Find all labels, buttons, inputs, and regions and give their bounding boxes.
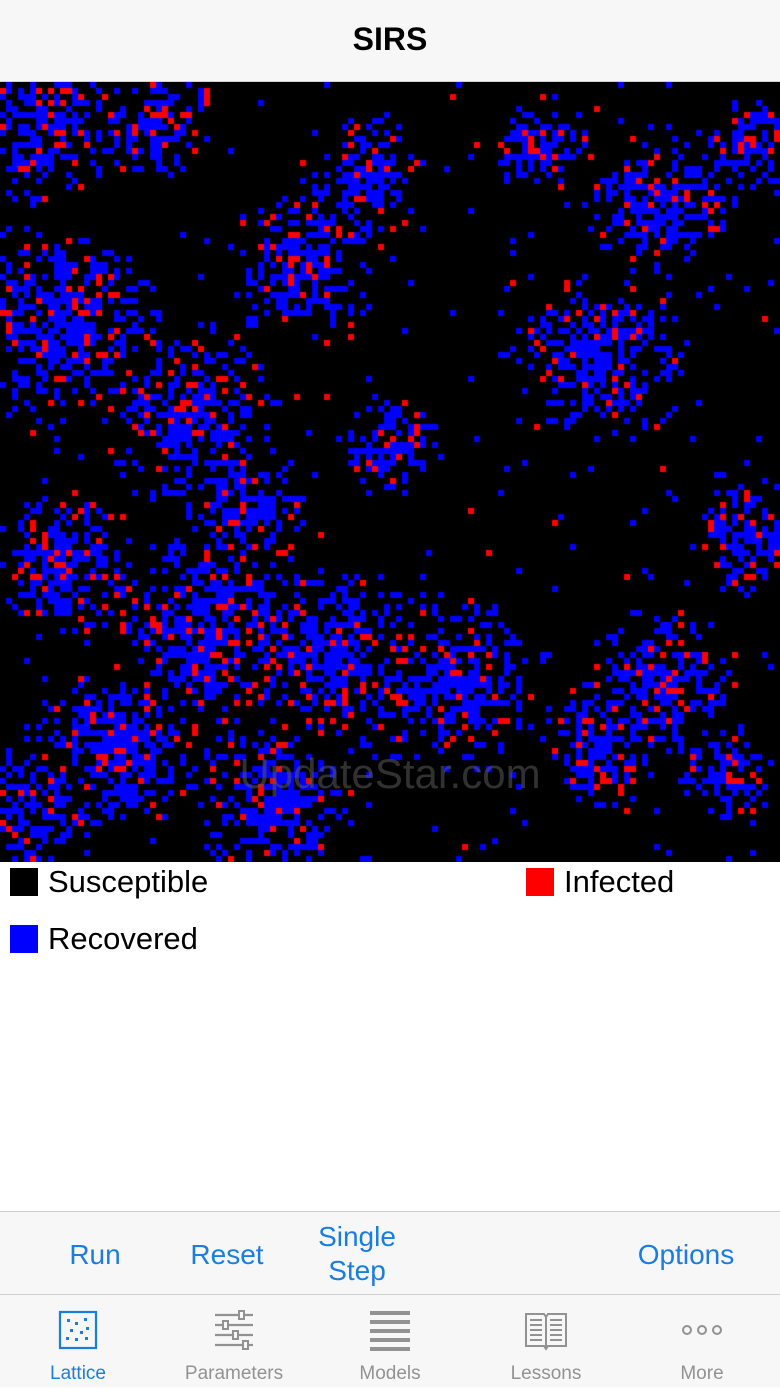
legend-recovered-label: Recovered <box>48 921 198 956</box>
lattice-icon <box>58 1310 98 1350</box>
list-icon <box>370 1311 410 1351</box>
single-step-line1: Single <box>318 1221 396 1252</box>
tab-lessons[interactable]: Lessons <box>468 1295 624 1388</box>
single-step-button[interactable]: Single Step <box>307 1220 407 1288</box>
legend-susceptible: Susceptible <box>10 864 208 900</box>
options-button[interactable]: Options <box>630 1238 742 1272</box>
book-icon <box>525 1313 567 1351</box>
legend-recovered: Recovered <box>10 921 198 957</box>
page-title: SIRS <box>352 21 428 57</box>
tab-more-label: More <box>680 1363 724 1384</box>
tab-lattice[interactable]: Lattice <box>0 1295 156 1388</box>
sliders-icon <box>215 1310 253 1350</box>
legend-infected: Infected <box>526 864 674 900</box>
tab-bar: Lattice Parameters Models Lessons More <box>0 1294 780 1387</box>
legend-infected-label: Infected <box>564 864 675 899</box>
navigation-bar: SIRS <box>0 0 780 82</box>
susceptible-swatch <box>10 868 38 896</box>
tab-more[interactable]: More <box>624 1295 780 1388</box>
tab-parameters-label: Parameters <box>184 1363 284 1384</box>
legend-susceptible-label: Susceptible <box>48 864 209 899</box>
infected-swatch <box>526 868 554 896</box>
tab-models[interactable]: Models <box>312 1295 468 1388</box>
tab-lattice-label: Lattice <box>50 1363 106 1384</box>
lattice-view[interactable]: UpdateStar.com <box>0 82 780 862</box>
run-button[interactable]: Run <box>60 1238 130 1272</box>
action-toolbar: Run Reset Single Step Options <box>0 1211 780 1294</box>
tab-parameters[interactable]: Parameters <box>156 1295 312 1388</box>
reset-button[interactable]: Reset <box>180 1238 274 1272</box>
lattice-canvas[interactable] <box>0 82 780 862</box>
more-icon <box>682 1325 722 1335</box>
single-step-line2: Step <box>328 1255 386 1286</box>
tab-lessons-label: Lessons <box>510 1363 582 1384</box>
tab-models-label: Models <box>359 1363 421 1384</box>
recovered-swatch <box>10 925 38 953</box>
